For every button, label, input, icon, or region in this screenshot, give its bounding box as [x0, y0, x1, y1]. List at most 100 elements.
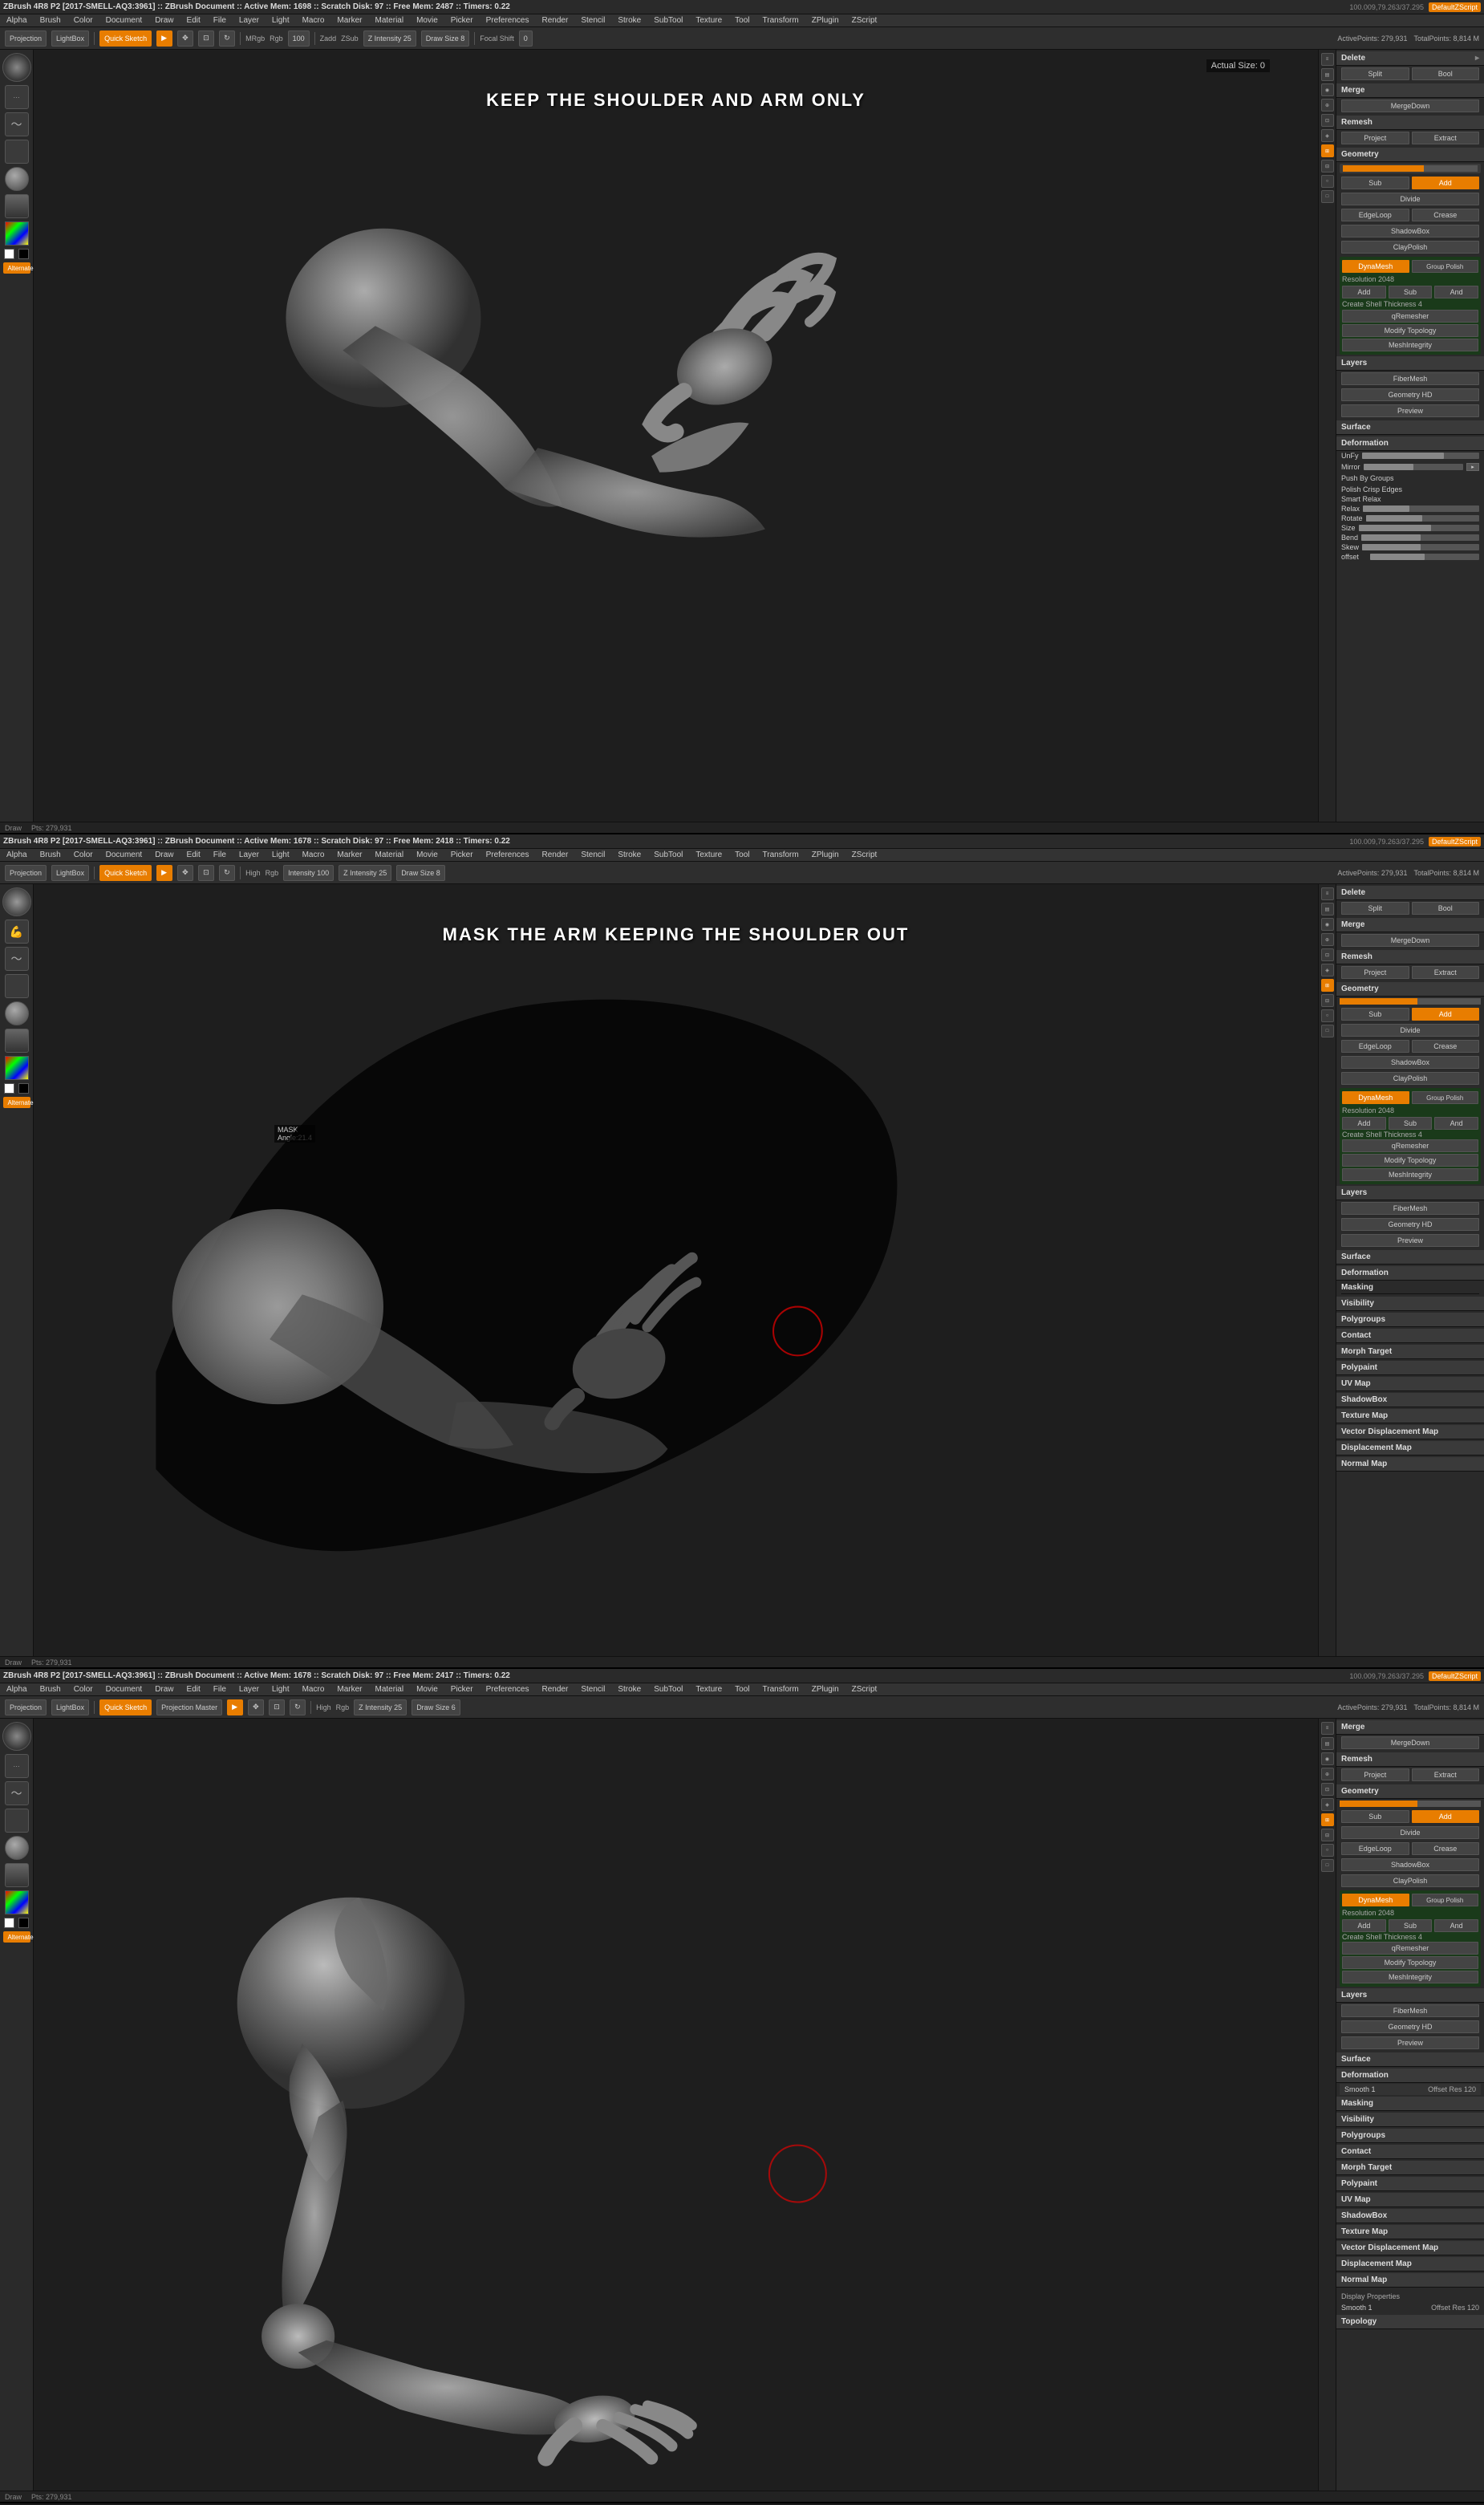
- r-icon-24[interactable]: ⊕: [1321, 1768, 1334, 1780]
- grouppolish-btn-2[interactable]: Group Polish: [1412, 1091, 1479, 1104]
- menu-brush-3[interactable]: Brush: [37, 1685, 64, 1694]
- menu-document-1[interactable]: Document: [103, 16, 146, 25]
- menu-stroke-2[interactable]: Stroke: [614, 851, 644, 859]
- fg-color-2[interactable]: [4, 1083, 14, 1094]
- layers-header-3[interactable]: Layers: [1336, 1988, 1484, 2003]
- sub-btn-3[interactable]: Sub: [1341, 1810, 1409, 1823]
- tool-flat-2[interactable]: [5, 1029, 29, 1053]
- menu-material-2[interactable]: Material: [372, 851, 407, 859]
- menu-movie-1[interactable]: Movie: [413, 16, 441, 25]
- canvas-3[interactable]: [34, 1719, 1318, 2491]
- normalmap-header-3[interactable]: Normal Map: [1336, 2273, 1484, 2288]
- modify-topo-btn-2[interactable]: Modify Topology: [1342, 1154, 1478, 1167]
- modify-topo-btn-1[interactable]: Modify Topology: [1342, 324, 1478, 337]
- r-icon-18[interactable]: ⊟: [1321, 994, 1334, 1007]
- menu-alpha-3[interactable]: Alpha: [3, 1685, 30, 1694]
- focal-btn-1[interactable]: 0: [519, 30, 533, 47]
- menu-macro-2[interactable]: Macro: [299, 851, 328, 859]
- tool-dots-1[interactable]: ···: [5, 85, 29, 109]
- mergedown-btn-1[interactable]: MergeDown: [1341, 99, 1479, 112]
- r-icon-25[interactable]: ⊡: [1321, 1783, 1334, 1796]
- bend-slider-1[interactable]: [1361, 534, 1479, 541]
- shadowbox2-header-2[interactable]: ShadowBox: [1336, 1393, 1484, 1407]
- tool-sphere-3[interactable]: [5, 1836, 29, 1860]
- tool-curve-2[interactable]: 〜: [5, 947, 29, 971]
- lightbox-btn-3[interactable]: LightBox: [51, 1699, 89, 1715]
- proj-master-btn-3[interactable]: Projection Master: [156, 1699, 222, 1715]
- menu-draw-3[interactable]: Draw: [152, 1685, 176, 1694]
- r-icon-13[interactable]: ◉: [1321, 918, 1334, 931]
- menu-draw-2[interactable]: Draw: [152, 851, 176, 859]
- geometry-header-1[interactable]: Geometry: [1336, 148, 1484, 162]
- deformation-header-1[interactable]: Deformation: [1336, 436, 1484, 451]
- zint-btn-2[interactable]: Z Intensity 25: [339, 865, 391, 881]
- morphtarget-header-2[interactable]: Morph Target: [1336, 1345, 1484, 1359]
- preview-btn-1[interactable]: Preview: [1341, 404, 1479, 417]
- menu-texture-1[interactable]: Texture: [692, 16, 725, 25]
- bg-color-1[interactable]: [18, 249, 29, 259]
- move-btn-2[interactable]: ✥: [177, 865, 193, 881]
- rotate-btn-3[interactable]: ↻: [290, 1699, 306, 1715]
- bool-btn-1[interactable]: Bool: [1412, 67, 1480, 80]
- surface-header-3[interactable]: Surface: [1336, 2052, 1484, 2067]
- layers-header-2[interactable]: Layers: [1336, 1186, 1484, 1200]
- add-btn-2[interactable]: Add: [1412, 1008, 1480, 1021]
- topology-header-3[interactable]: Topology: [1336, 2315, 1484, 2329]
- projection-btn-3[interactable]: Projection: [5, 1699, 47, 1715]
- edgeloop-btn-3[interactable]: EdgeLoop: [1341, 1842, 1409, 1855]
- rotate-slider-1[interactable]: [1366, 515, 1479, 522]
- claypolish-btn-2[interactable]: ClayPolish: [1341, 1072, 1479, 1085]
- r-icon-10[interactable]: □: [1321, 190, 1334, 203]
- geohd-btn-1[interactable]: Geometry HD: [1341, 388, 1479, 401]
- project-btn-2[interactable]: Project: [1341, 966, 1409, 979]
- claypolish-btn-1[interactable]: ClayPolish: [1341, 241, 1479, 254]
- snm-slider-2[interactable]: [1340, 998, 1481, 1005]
- polygroups-header-2[interactable]: Polygroups: [1336, 1313, 1484, 1327]
- move-btn-3[interactable]: ✥: [248, 1699, 264, 1715]
- meshintegrity-btn-1[interactable]: MeshIntegrity: [1342, 339, 1478, 351]
- color-gradient-3[interactable]: [5, 1890, 29, 1914]
- menu-stroke-3[interactable]: Stroke: [614, 1685, 644, 1694]
- bool-btn-2[interactable]: Bool: [1412, 902, 1480, 915]
- menu-marker-3[interactable]: Marker: [334, 1685, 365, 1694]
- qremesher-btn-2[interactable]: qRemesher: [1342, 1139, 1478, 1152]
- menu-tool-3[interactable]: Tool: [732, 1685, 752, 1694]
- normalmap-header-2[interactable]: Normal Map: [1336, 1457, 1484, 1472]
- mirror-toggle-1[interactable]: ▸: [1466, 463, 1479, 471]
- geometry-header-3[interactable]: Geometry: [1336, 1784, 1484, 1799]
- alternate-btn-2[interactable]: Alternate: [3, 1097, 30, 1108]
- mergedown-btn-3[interactable]: MergeDown: [1341, 1736, 1479, 1749]
- modify-topo-btn-3[interactable]: Modify Topology: [1342, 1956, 1478, 1969]
- unfy-slider-1[interactable]: [1362, 453, 1479, 459]
- divide-btn-2[interactable]: Divide: [1341, 1024, 1479, 1037]
- skew-slider-1[interactable]: [1362, 544, 1479, 550]
- menu-color-3[interactable]: Color: [71, 1685, 96, 1694]
- menu-layer-3[interactable]: Layer: [236, 1685, 262, 1694]
- merge-header-2[interactable]: Merge: [1336, 918, 1484, 932]
- menu-movie-2[interactable]: Movie: [413, 851, 441, 859]
- lightbox-btn-2[interactable]: LightBox: [51, 865, 89, 881]
- mirror-slider-1[interactable]: [1364, 464, 1464, 470]
- crease-btn-2[interactable]: Crease: [1412, 1040, 1480, 1053]
- qremesher-btn-3[interactable]: qRemesher: [1342, 1942, 1478, 1955]
- menu-zscript-2[interactable]: ZScript: [849, 851, 881, 859]
- menu-transform-3[interactable]: Transform: [760, 1685, 802, 1694]
- r-icon-6[interactable]: ◈: [1321, 129, 1334, 142]
- add-btn-3[interactable]: Add: [1412, 1810, 1480, 1823]
- menu-stroke-1[interactable]: Stroke: [614, 16, 644, 25]
- r-icon-26[interactable]: ◈: [1321, 1798, 1334, 1811]
- delete-header-1[interactable]: Delete ▸: [1336, 51, 1484, 66]
- menu-color-2[interactable]: Color: [71, 851, 96, 859]
- displacement-header-2[interactable]: Displacement Map: [1336, 1441, 1484, 1455]
- menu-picker-1[interactable]: Picker: [448, 16, 476, 25]
- mergedown-btn-2[interactable]: MergeDown: [1341, 934, 1479, 947]
- r-icon-21[interactable]: ≡: [1321, 1722, 1334, 1735]
- draw-mode-btn-2[interactable]: ▶: [156, 865, 172, 881]
- edgeloop-btn-1[interactable]: EdgeLoop: [1341, 209, 1409, 221]
- menu-brush-2[interactable]: Brush: [37, 851, 64, 859]
- add-dm-btn-1[interactable]: Add: [1342, 286, 1386, 298]
- crease-btn-1[interactable]: Crease: [1412, 209, 1480, 221]
- shadowbox-btn-1[interactable]: ShadowBox: [1341, 225, 1479, 238]
- contact-header-3[interactable]: Contact: [1336, 2145, 1484, 2159]
- menu-marker-2[interactable]: Marker: [334, 851, 365, 859]
